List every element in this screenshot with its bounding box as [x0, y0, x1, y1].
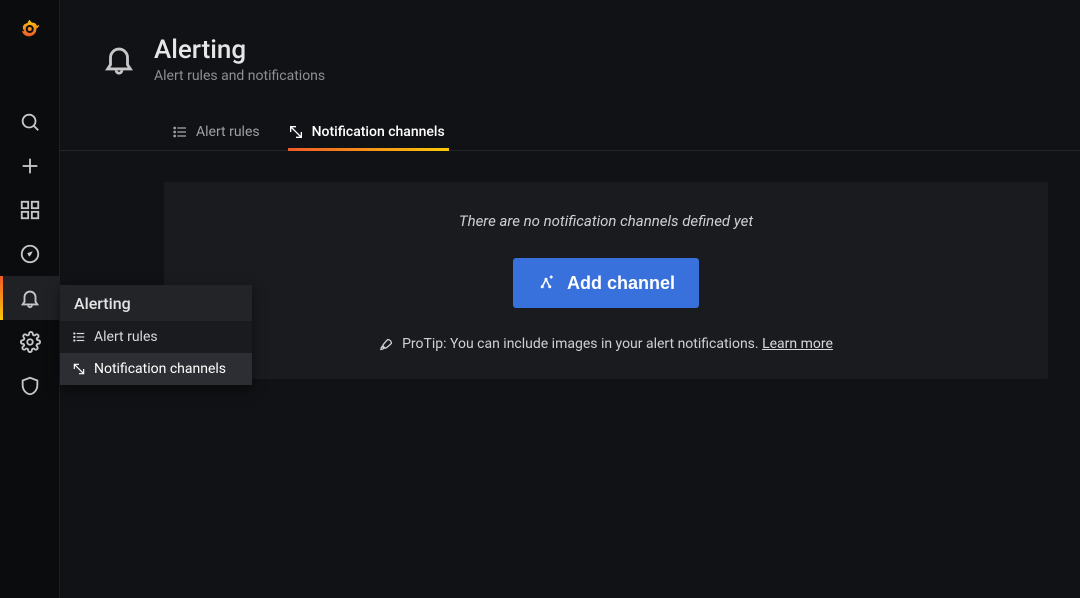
- learn-more-link[interactable]: Learn more: [762, 336, 833, 352]
- flyout-item-label: Notification channels: [94, 361, 226, 377]
- rocket-icon: [379, 337, 394, 352]
- page-title: Alerting: [154, 36, 325, 66]
- dashboards-icon: [19, 199, 41, 221]
- protip: ProTip: You can include images in your a…: [379, 336, 833, 352]
- explore-icon: [19, 243, 41, 265]
- flyout-item-alert-rules[interactable]: Alert rules: [60, 321, 252, 353]
- nav-create[interactable]: [0, 144, 60, 188]
- flyout-item-label: Alert rules: [94, 329, 158, 345]
- tabs: Alert rules Notification channels: [60, 114, 1080, 151]
- flyout-item-notification-channels[interactable]: Notification channels: [60, 353, 252, 385]
- add-channel-button[interactable]: Add channel: [513, 258, 699, 308]
- empty-state-card: There are no notification channels defin…: [164, 182, 1048, 379]
- list-icon: [172, 124, 188, 140]
- protip-text: ProTip: You can include images in your a…: [402, 336, 762, 352]
- flyout-title[interactable]: Alerting: [60, 285, 252, 321]
- add-channel-button-label: Add channel: [567, 273, 675, 294]
- page-header: Alerting Alert rules and notifications: [60, 0, 1080, 84]
- tab-alert-rules[interactable]: Alert rules: [172, 114, 264, 150]
- page-subtitle: Alert rules and notifications: [154, 68, 325, 84]
- channel-icon: [72, 362, 86, 376]
- sidebar: [0, 0, 60, 598]
- gear-icon: [19, 331, 41, 353]
- plus-icon: [19, 155, 41, 177]
- tab-notification-channels[interactable]: Notification channels: [288, 114, 449, 150]
- nav-dashboards[interactable]: [0, 188, 60, 232]
- shield-icon: [19, 375, 41, 397]
- add-channel-icon: [537, 274, 555, 292]
- page-bell-icon: [102, 42, 136, 76]
- nav-search[interactable]: [0, 100, 60, 144]
- nav-explore[interactable]: [0, 232, 60, 276]
- channel-icon: [288, 124, 304, 140]
- alerting-flyout: Alerting Alert rules Notification channe…: [60, 285, 252, 385]
- nav-alerting[interactable]: [0, 276, 60, 320]
- logo[interactable]: [0, 0, 60, 58]
- nav-configuration[interactable]: [0, 320, 60, 364]
- tab-label: Notification channels: [312, 124, 445, 140]
- tab-label: Alert rules: [196, 124, 260, 140]
- search-icon: [19, 111, 41, 133]
- bell-icon: [19, 287, 41, 309]
- list-icon: [72, 330, 86, 344]
- nav-admin[interactable]: [0, 364, 60, 408]
- grafana-logo-icon: [19, 18, 41, 40]
- empty-state-text: There are no notification channels defin…: [459, 212, 753, 230]
